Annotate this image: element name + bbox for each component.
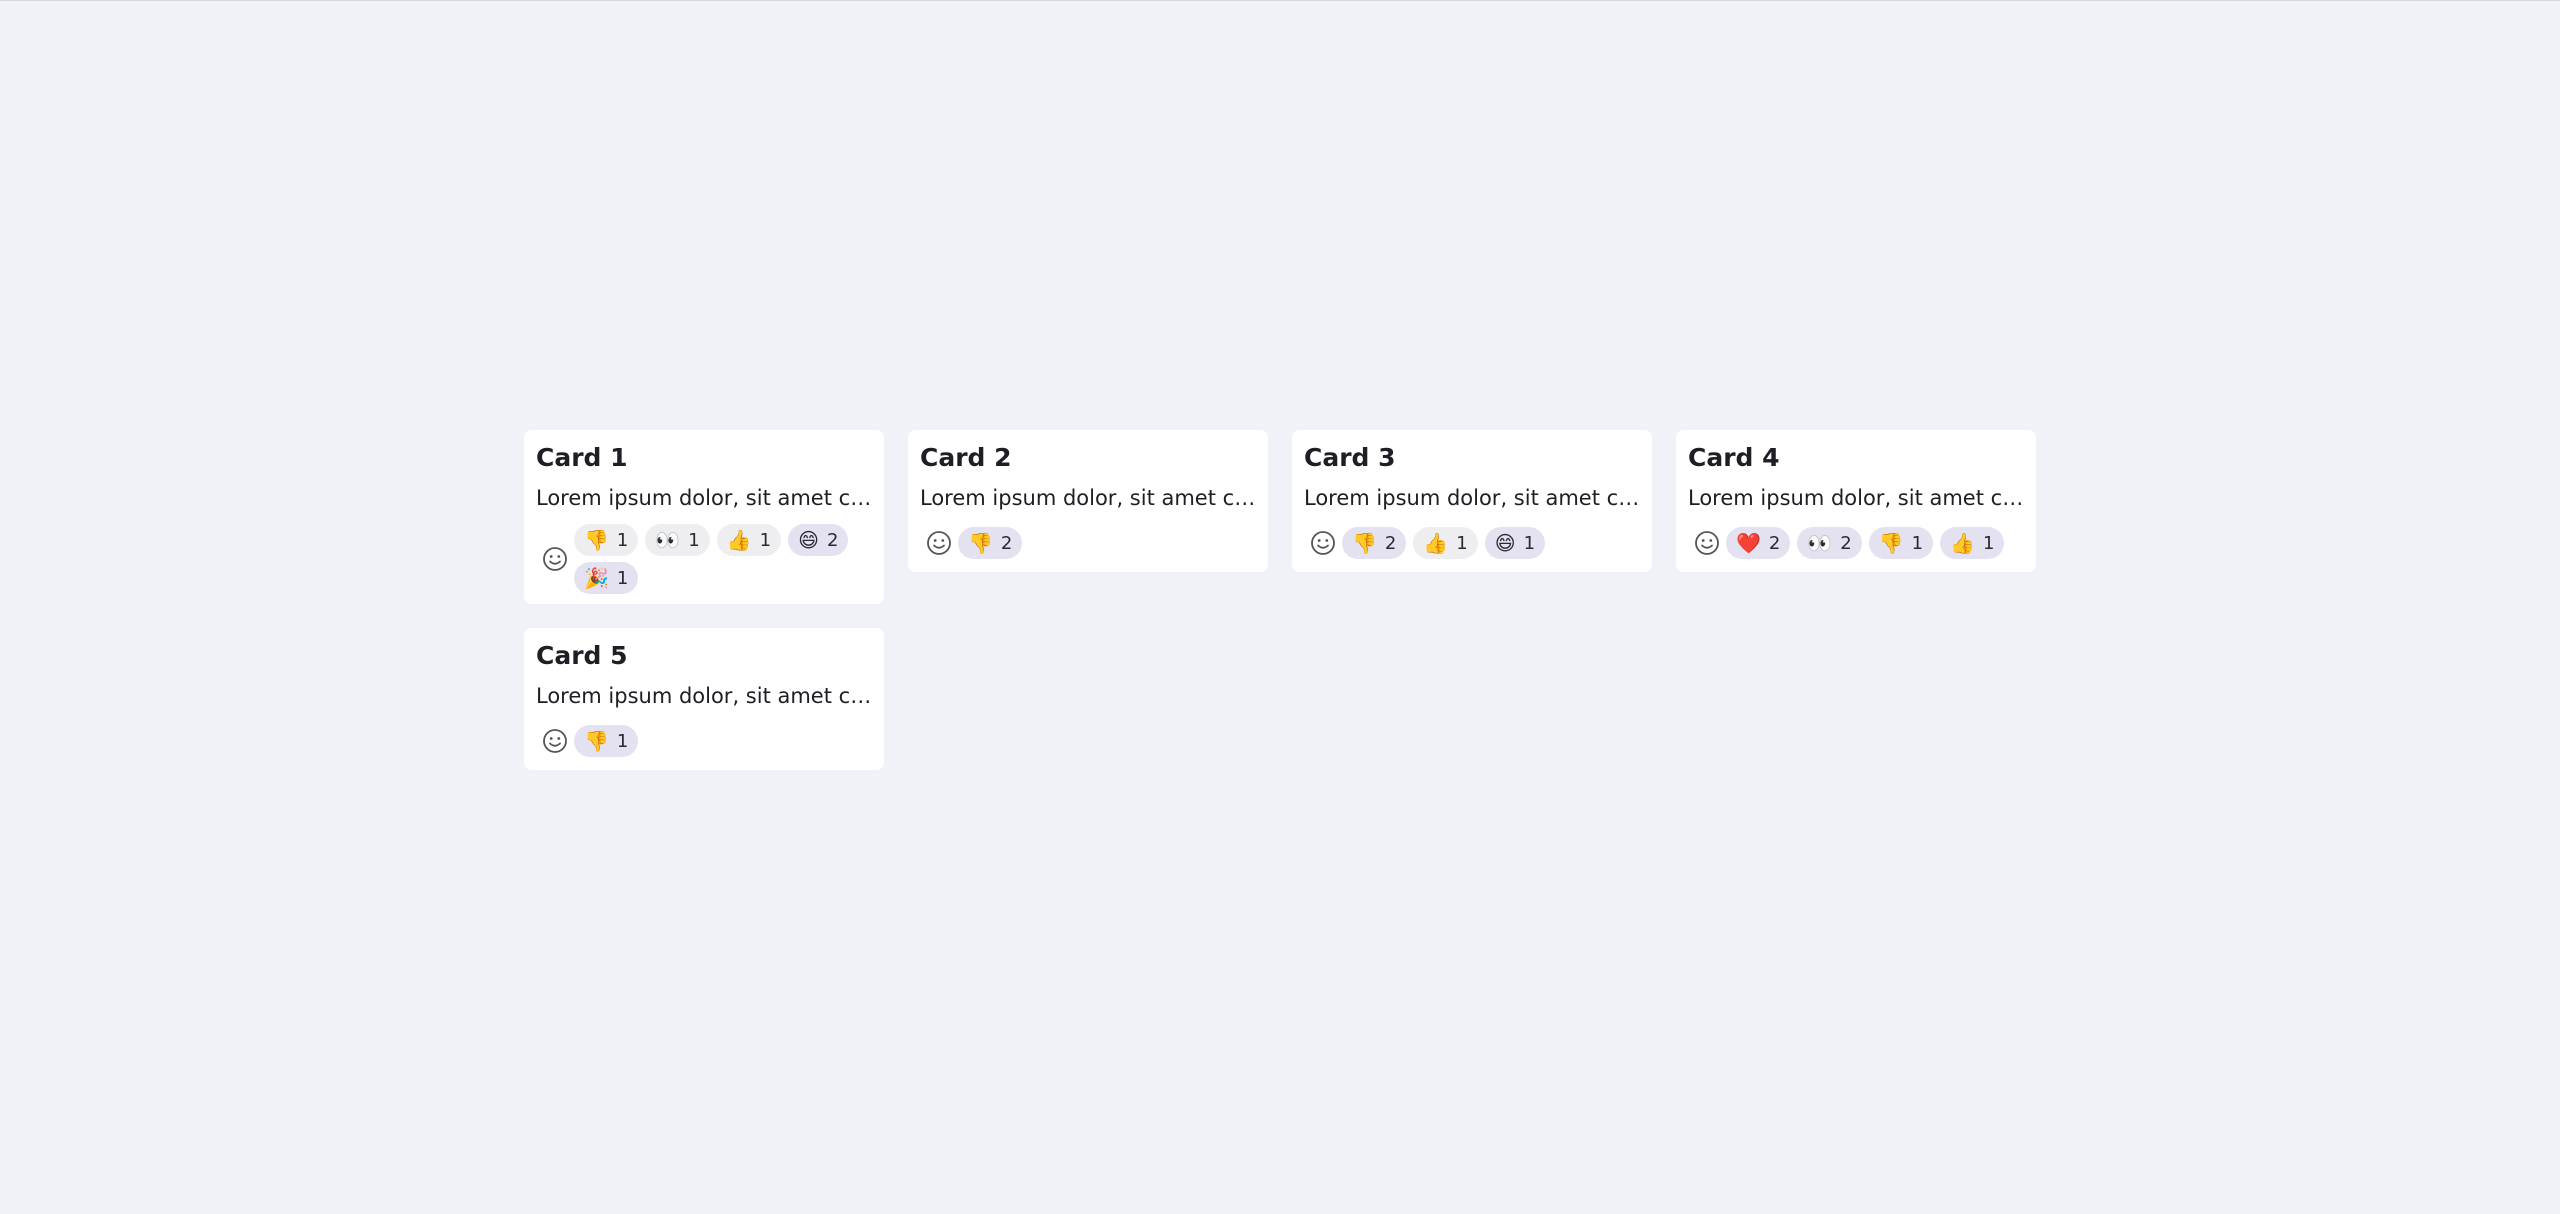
card[interactable]: Card 5 Lorem ipsum dolor, sit amet consec…	[524, 628, 884, 770]
reaction-count: 1	[688, 529, 700, 551]
reaction-count: 1	[616, 529, 629, 551]
reaction-count: 2	[1384, 532, 1397, 554]
reaction-count: 2	[826, 529, 839, 551]
top-border	[0, 0, 2560, 1]
card[interactable]: Card 2 Lorem ipsum dolor, sit amet consec…	[908, 430, 1268, 572]
reaction-chip[interactable]: 😄 1	[1484, 527, 1546, 559]
reaction-chip[interactable]: 👍 1	[1413, 527, 1478, 559]
reaction-count: 1	[759, 529, 772, 551]
reaction-count: 1	[616, 730, 629, 752]
reaction-list: 👎 2	[958, 527, 1256, 559]
reaction-list: 👎 1	[574, 725, 872, 757]
reaction-emoji: 🎉	[584, 566, 609, 590]
reaction-chip[interactable]: ❤️ 2	[1726, 527, 1791, 559]
reaction-emoji: 😄	[1494, 531, 1516, 555]
reaction-emoji: 👍	[1950, 531, 1975, 555]
reactions-bar: 👎 1	[536, 722, 872, 760]
reaction-count: 2	[1000, 532, 1013, 554]
card-title: Card 1	[536, 443, 628, 472]
reaction-count: 1	[616, 567, 629, 589]
reaction-list: 👎 2 👍 1 😄 1	[1342, 527, 1640, 559]
reaction-count: 2	[1768, 532, 1781, 554]
reaction-emoji: 👀	[1807, 531, 1833, 555]
reaction-count: 1	[1523, 532, 1536, 554]
card-title: Card 5	[536, 641, 628, 670]
reaction-chip[interactable]: 🎉 1	[574, 562, 639, 594]
card-description: Lorem ipsum dolor, sit amet consectetur …	[536, 486, 872, 510]
reaction-emoji: 👎	[1878, 531, 1904, 555]
reaction-chip[interactable]: 👎 1	[1868, 527, 1934, 559]
reaction-emoji: 👍	[726, 528, 752, 552]
card-board: Card 1 Lorem ipsum dolor, sit amet consec…	[524, 430, 2038, 770]
reaction-list: 👎 1 👀 1 👍 1 😄 2 🎉 1	[574, 524, 872, 594]
reactions-bar: ❤️ 2 👀 2 👎 1 👍 1	[1688, 524, 2024, 562]
reaction-emoji: 👍	[1423, 531, 1449, 555]
reaction-count: 1	[1911, 532, 1924, 554]
reaction-chip[interactable]: 👎 2	[1342, 527, 1407, 559]
reaction-emoji: 👀	[655, 528, 681, 552]
smiley-face-icon[interactable]	[536, 540, 574, 578]
reaction-count: 1	[1982, 532, 1995, 554]
reaction-chip[interactable]: 👍 1	[1940, 527, 2005, 559]
card[interactable]: Card 1 Lorem ipsum dolor, sit amet consec…	[524, 430, 884, 604]
reaction-chip[interactable]: 😄 2	[788, 524, 849, 556]
reaction-count: 1	[1456, 532, 1468, 554]
card-title: Card 4	[1688, 443, 1780, 472]
reaction-emoji: ❤️	[1736, 531, 1761, 555]
card-description: Lorem ipsum dolor, sit amet consectetur …	[1688, 486, 2024, 510]
smiley-face-icon[interactable]	[536, 722, 574, 760]
reaction-emoji: 👎	[1352, 531, 1377, 555]
reaction-list: ❤️ 2 👀 2 👎 1 👍 1	[1726, 527, 2024, 559]
reaction-emoji: 👎	[584, 729, 609, 753]
reaction-chip[interactable]: 👀 2	[1797, 527, 1862, 559]
reaction-chip[interactable]: 👍 1	[716, 524, 782, 556]
reactions-bar: 👎 2 👍 1 😄 1	[1304, 524, 1640, 562]
reaction-count: 2	[1840, 532, 1852, 554]
reaction-chip[interactable]: 👀 1	[645, 524, 710, 556]
card[interactable]: Card 3 Lorem ipsum dolor, sit amet consec…	[1292, 430, 1652, 572]
smiley-face-icon[interactable]	[920, 524, 958, 562]
smiley-face-icon[interactable]	[1688, 524, 1726, 562]
smiley-face-icon[interactable]	[1304, 524, 1342, 562]
reaction-chip[interactable]: 👎 1	[574, 524, 639, 556]
reaction-chip[interactable]: 👎 2	[958, 527, 1023, 559]
card[interactable]: Card 4 Lorem ipsum dolor, sit amet consec…	[1676, 430, 2036, 572]
reaction-emoji: 👎	[968, 531, 993, 555]
card-title: Card 3	[1304, 443, 1396, 472]
card-description: Lorem ipsum dolor, sit amet consectetur …	[920, 486, 1256, 510]
reactions-bar: 👎 2	[920, 524, 1256, 562]
card-title: Card 2	[920, 443, 1012, 472]
card-description: Lorem ipsum dolor, sit amet consectetur …	[1304, 486, 1640, 510]
reaction-emoji: 😄	[798, 528, 819, 552]
reaction-emoji: 👎	[584, 528, 609, 552]
card-description: Lorem ipsum dolor, sit amet consectetur …	[536, 684, 872, 708]
reactions-bar: 👎 1 👀 1 👍 1 😄 2 🎉 1	[536, 524, 872, 594]
reaction-chip[interactable]: 👎 1	[574, 725, 639, 757]
